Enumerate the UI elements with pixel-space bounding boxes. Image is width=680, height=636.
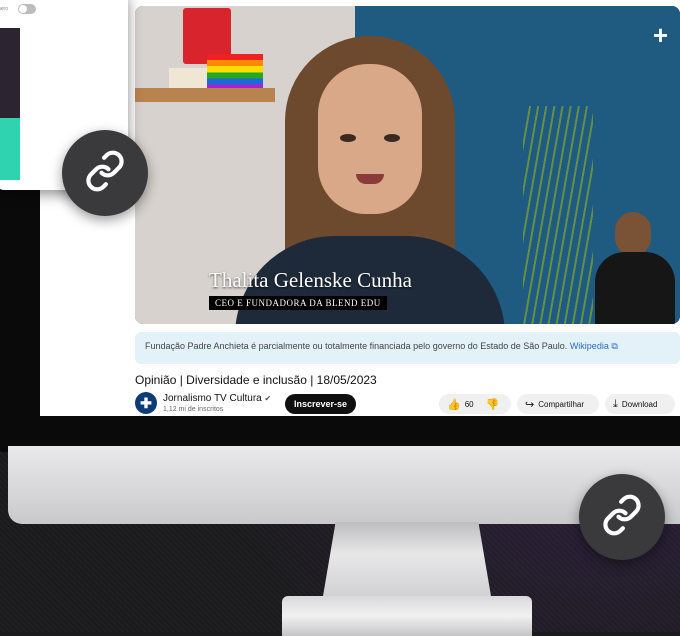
- lower-third-name: Thalita Gelenske Cunha: [209, 268, 412, 292]
- interpreter-head: [615, 212, 651, 256]
- channel-row: ✚ Jornalismo TV Cultura ✔ 1,12 mi de ins…: [135, 392, 680, 416]
- external-link-icon: ⧉: [611, 341, 618, 351]
- lower-third-role: CEO E FUNDADORA DA BLEND EDU: [209, 296, 387, 310]
- monitor-stand-neck: [322, 522, 492, 602]
- preview-teal-strip: [0, 118, 20, 180]
- wikipedia-link[interactable]: Wikipedia: [570, 341, 609, 351]
- presenter-face: [318, 64, 422, 214]
- video-player[interactable]: + Thalita Gelenske Cunha CEO E FUNDADORA…: [135, 6, 680, 324]
- share-icon: ↪: [525, 398, 535, 411]
- channel-avatar[interactable]: ✚: [135, 392, 157, 414]
- thumbs-down-icon[interactable]: 👎: [486, 398, 500, 411]
- link-icon: [601, 494, 643, 541]
- shelf-box: [169, 68, 209, 88]
- presenter-eye-right: [384, 134, 400, 142]
- download-button[interactable]: ⤓ Download: [605, 394, 675, 414]
- toggle-switch[interactable]: [18, 4, 36, 14]
- monitor-screen: + Thalita Gelenske Cunha CEO E FUNDADORA…: [40, 0, 680, 416]
- preview-dark-strip: [0, 28, 20, 118]
- subscribe-button[interactable]: Inscrever-se: [285, 394, 357, 414]
- info-panel: Fundação Padre Anchieta é parcialmente o…: [135, 332, 680, 364]
- channel-name[interactable]: Jornalismo TV Cultura: [163, 393, 262, 404]
- shelf-rainbow-object: [207, 54, 263, 90]
- presenter-mouth: [356, 174, 384, 184]
- download-icon: ⤓: [613, 397, 618, 410]
- share-button[interactable]: ↪ Compartilhar: [517, 394, 599, 414]
- like-count: 60: [464, 399, 474, 409]
- channel-logo-icon: +: [652, 20, 668, 50]
- plant: [523, 106, 593, 324]
- monitor-stand-base: [282, 596, 532, 636]
- channel-name-wrap: Jornalismo TV Cultura ✔: [163, 393, 271, 404]
- share-label: Compartilhar: [538, 399, 585, 409]
- thumbs-up-icon[interactable]: 👍: [447, 398, 461, 411]
- presenter-eye-left: [340, 134, 356, 142]
- info-panel-text: Fundação Padre Anchieta é parcialmente o…: [145, 341, 568, 351]
- wall-shelf: [135, 88, 275, 102]
- interpreter-body: [595, 252, 675, 324]
- link-badge-top[interactable]: [62, 130, 148, 216]
- lower-third: Thalita Gelenske Cunha CEO E FUNDADORA D…: [209, 268, 412, 311]
- like-dislike-group: 👍 60 👎: [439, 394, 511, 414]
- link-icon: [84, 150, 126, 197]
- toggle-label: aero: [0, 6, 9, 12]
- video-title: Opinião | Diversidade e inclusão | 18/05…: [135, 373, 377, 387]
- link-badge-bottom[interactable]: [579, 474, 665, 560]
- download-label: Download: [621, 399, 658, 409]
- subscriber-count: 1,12 mi de inscritos: [163, 406, 224, 413]
- verified-icon: ✔: [264, 394, 272, 403]
